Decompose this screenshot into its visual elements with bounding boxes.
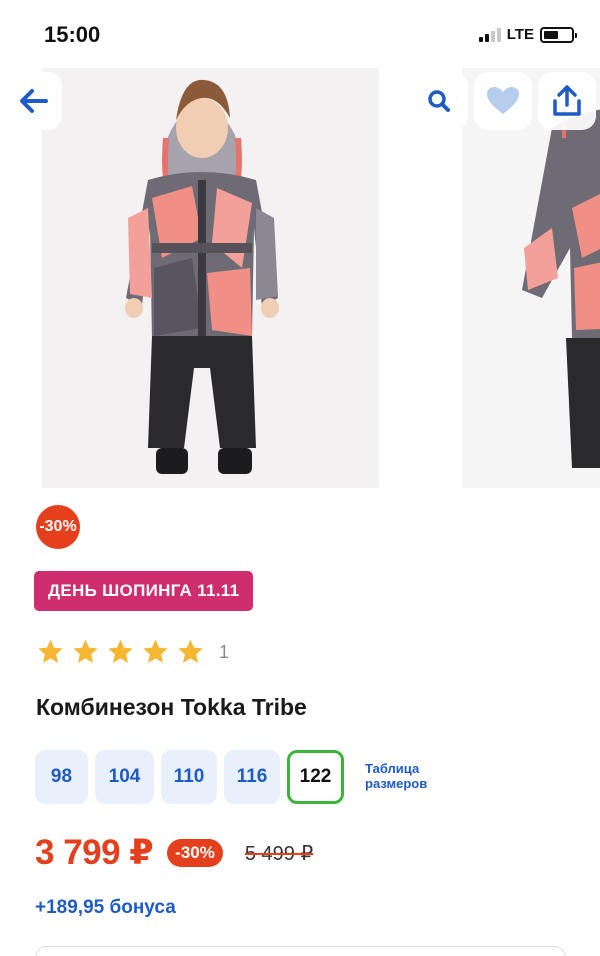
search-icon	[428, 90, 450, 112]
battery-icon	[540, 26, 577, 43]
product-title: Комбинезон Tokka Tribe	[36, 694, 307, 720]
price-discount-badge: -30%	[167, 839, 223, 867]
current-price: 3 799 ₽	[35, 833, 154, 872]
promo-badge[interactable]: ДЕНЬ ШОПИНГА 11.11	[34, 571, 254, 611]
jumpsuit-flat-image	[462, 68, 600, 488]
back-button[interactable]	[4, 72, 62, 130]
discount-badge: -30%	[36, 505, 80, 549]
share-button[interactable]	[538, 72, 596, 130]
size-option[interactable]: 110	[161, 750, 217, 804]
star-icon	[143, 639, 168, 663]
product-gallery[interactable]	[0, 68, 600, 488]
status-indicators: LTE	[478, 26, 577, 43]
bonus-points[interactable]: +189,95 бонуса	[35, 897, 176, 919]
network-type: LTE	[506, 26, 534, 43]
size-option[interactable]: 104	[95, 750, 154, 804]
star-icon	[38, 639, 63, 663]
size-option-selected[interactable]: 122	[287, 750, 344, 804]
signal-icon	[478, 27, 501, 42]
info-card[interactable]	[35, 946, 566, 956]
star-icon	[73, 639, 98, 663]
status-time: 15:00	[44, 22, 101, 47]
arrow-left-icon	[20, 89, 48, 113]
favorite-button[interactable]	[474, 72, 532, 130]
star-icon	[178, 639, 203, 663]
rating-count: 1	[219, 641, 230, 662]
size-selector: 98 104 110 116 122	[35, 750, 344, 804]
search-button[interactable]	[410, 72, 468, 130]
kid-jumpsuit-image	[42, 68, 379, 488]
product-photo-next[interactable]	[462, 68, 600, 488]
price-row: 3 799 ₽ -30% 5 499 ₽	[35, 833, 313, 873]
heart-icon	[487, 87, 519, 114]
rating[interactable]: 1	[36, 638, 229, 666]
product-photo[interactable]	[42, 68, 379, 488]
size-table-link[interactable]: Таблица размеров	[365, 761, 455, 791]
size-option[interactable]: 116	[224, 750, 280, 804]
status-bar: 15:00 LTE	[0, 0, 600, 70]
star-icon	[108, 639, 133, 663]
old-price: 5 499 ₽	[244, 842, 314, 865]
share-icon	[553, 85, 581, 116]
size-option[interactable]: 98	[35, 750, 88, 804]
